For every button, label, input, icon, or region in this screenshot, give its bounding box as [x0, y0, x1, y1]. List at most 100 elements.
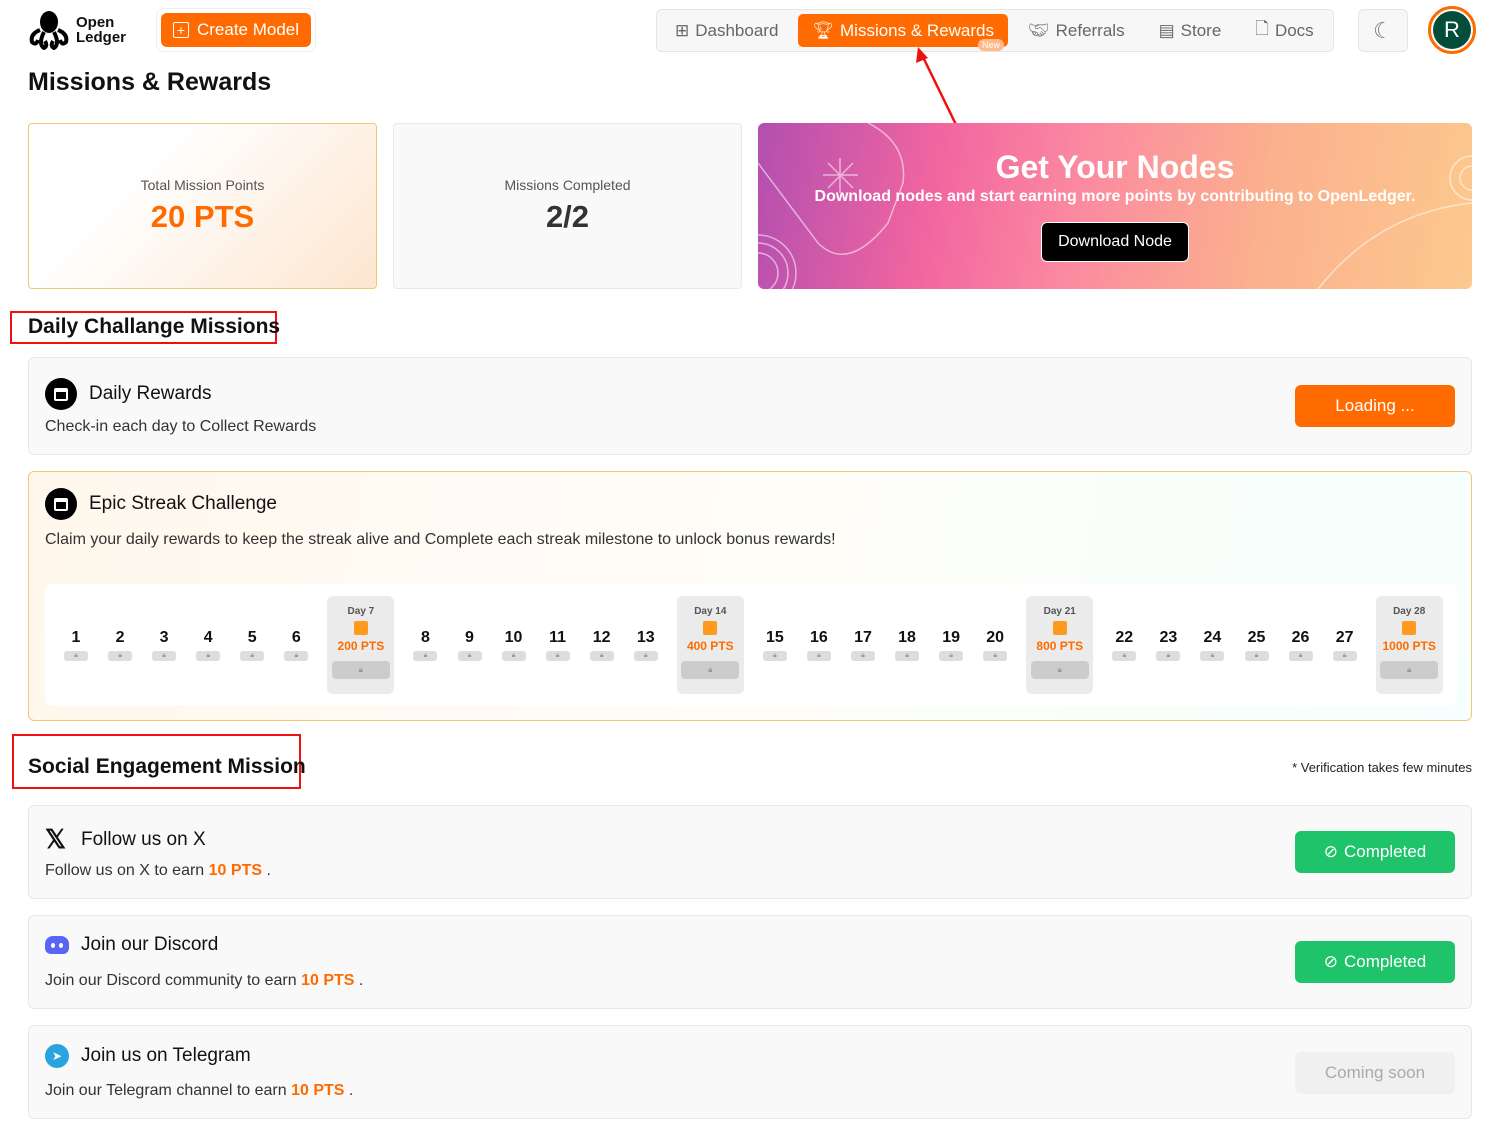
avatar[interactable]: R	[1428, 6, 1476, 54]
button-label: Completed	[1344, 842, 1427, 861]
gift-icon	[1052, 621, 1067, 635]
nav-label: Dashboard	[695, 20, 779, 40]
milestone-day: Day 21	[1043, 606, 1076, 617]
mission-points: 10 PTS	[208, 862, 263, 879]
lock-icon: 🔒︎	[457, 651, 482, 661]
streak-milestone: Day 14 400 PTS 🔒︎	[676, 596, 744, 694]
calendar-icon	[45, 488, 77, 520]
octopus-logo-icon	[29, 11, 69, 50]
lock-icon: 🔒︎	[196, 651, 221, 661]
lock-icon: 🔒︎	[851, 651, 875, 661]
main-nav: ⊞ Dashboard 🏆︎ Missions & Rewards New 🤝︎ Ref…	[656, 9, 1334, 52]
streak-day: 11 🔒︎	[545, 629, 571, 661]
nav-store[interactable]: ▤ Store	[1145, 14, 1236, 47]
logo[interactable]: Open Ledger	[28, 10, 126, 50]
lock-icon: 🔒︎	[240, 651, 265, 661]
milestone-day: Day 7	[347, 606, 375, 617]
lock-icon: 🔒︎	[413, 651, 438, 661]
streak-day: 17 🔒︎	[850, 629, 876, 661]
streak-day: 26 🔒︎	[1288, 629, 1314, 661]
create-model-button[interactable]: + Create Model	[161, 13, 311, 47]
theme-toggle-button[interactable]: ☾	[1358, 9, 1408, 52]
banner-decoration	[758, 123, 1472, 289]
day-number: 6	[291, 629, 301, 646]
download-node-button[interactable]: Download Node	[1041, 222, 1189, 262]
day-number: 5	[247, 629, 257, 646]
day-number: 19	[942, 629, 961, 646]
lock-icon: 🔒︎	[589, 651, 614, 661]
nav-referrals[interactable]: 🤝︎ Referrals	[1014, 14, 1139, 47]
claim-daily-button[interactable]: Loading ...	[1295, 385, 1455, 427]
completed-button[interactable]: ⊘ Completed	[1295, 831, 1455, 873]
day-number: 15	[765, 629, 784, 646]
mission-follow-x: 𝕏 Follow us on X Follow us on X to earn 1…	[28, 805, 1472, 899]
logo-line1: Open	[76, 14, 115, 31]
milestone-points: 1000 PTS	[1382, 639, 1436, 653]
moon-icon: ☾	[1373, 17, 1393, 43]
milestone-day: Day 14	[694, 606, 727, 617]
day-number: 8	[420, 629, 430, 646]
check-circle-icon: ⊘	[1323, 952, 1339, 971]
streak-day: 20 🔒︎	[982, 629, 1008, 661]
daily-rewards-desc: Check-in each day to Collect Rewards	[45, 418, 317, 435]
day-number: 16	[810, 629, 828, 646]
day-number: 20	[986, 629, 1005, 646]
missions-completed-label: Missions Completed	[504, 177, 631, 193]
streak-day: 8 🔒︎	[412, 629, 438, 661]
gift-icon	[703, 621, 718, 635]
streak-title: Epic Streak Challenge	[89, 493, 277, 514]
total-points-label: Total Mission Points	[140, 177, 265, 193]
streak-day: 6 🔒︎	[283, 629, 309, 661]
discord-icon	[45, 936, 69, 954]
check-circle-icon: ⊘	[1323, 842, 1339, 861]
lock-icon: 🔒︎	[762, 651, 787, 661]
lock-icon: 🔒︎	[939, 651, 964, 661]
day-number: 18	[898, 629, 916, 646]
button-label: Completed	[1344, 952, 1427, 971]
lock-icon: 🔒︎	[681, 661, 740, 679]
nav-label: Referrals	[1055, 20, 1125, 40]
day-number: 12	[592, 629, 611, 646]
streak-day: 2 🔒︎	[107, 629, 133, 661]
plus-square-icon: +	[172, 22, 189, 38]
lock-icon: 🔒︎	[1332, 651, 1357, 661]
streak-days: 1 🔒︎ 2 🔒︎ 3 🔒︎ 4 🔒︎ 5 🔒︎ 6 🔒︎ Day 7 200 PTS 🔒︎ 8 🔒︎ 9 🔒︎ 10…	[45, 584, 1457, 706]
doc-icon: 🗋	[1255, 19, 1269, 38]
day-number: 25	[1247, 629, 1266, 646]
streak-day: 15 🔒︎	[762, 629, 788, 661]
avatar-initial: R	[1433, 11, 1471, 49]
lock-icon: 🔒︎	[152, 651, 177, 661]
nav-dashboard[interactable]: ⊞ Dashboard	[661, 14, 792, 47]
mission-title: Join our Discord	[81, 934, 219, 955]
banner-title: Get Your Nodes	[995, 149, 1235, 185]
total-points-value: 20 PTS	[150, 199, 255, 234]
streak-day: 24 🔒︎	[1199, 629, 1225, 661]
nav-docs[interactable]: 🗋 Docs	[1241, 14, 1327, 47]
mission-title: Join us on Telegram	[81, 1045, 251, 1066]
lock-icon: 🔒︎	[1244, 651, 1269, 661]
nav-missions-rewards[interactable]: 🏆︎ Missions & Rewards New	[798, 14, 1009, 51]
lock-icon: 🔒︎	[806, 651, 831, 661]
telegram-icon: ➤	[45, 1044, 69, 1068]
day-number: 9	[465, 629, 474, 646]
mission-desc-end: .	[358, 972, 364, 989]
completed-button[interactable]: ⊘ Completed	[1295, 941, 1455, 983]
streak-day: 19 🔒︎	[938, 629, 964, 661]
total-points-card: Total Mission Points 20 PTS	[28, 123, 377, 289]
daily-rewards-card: Daily Rewards Check-in each day to Colle…	[28, 357, 1472, 455]
streak-day: 4 🔒︎	[195, 629, 221, 661]
day-number: 2	[115, 629, 125, 646]
day-number: 13	[636, 629, 655, 646]
lock-icon: 🔒︎	[64, 651, 88, 661]
missions-completed-card: Missions Completed 2/2	[393, 123, 742, 289]
logo-line2: Ledger	[76, 29, 127, 46]
lock-icon: 🔒︎	[983, 651, 1008, 661]
create-model-wrapper: + Create Model	[156, 8, 316, 52]
day-number: 17	[854, 629, 872, 646]
day-number: 3	[159, 629, 169, 646]
x-logo-icon: 𝕏	[45, 824, 66, 854]
create-model-label: Create Model	[196, 20, 300, 39]
streak-day: 5 🔒︎	[239, 629, 265, 661]
calendar-icon	[45, 378, 77, 410]
streak-milestone: Day 28 1000 PTS 🔒︎	[1375, 596, 1443, 694]
